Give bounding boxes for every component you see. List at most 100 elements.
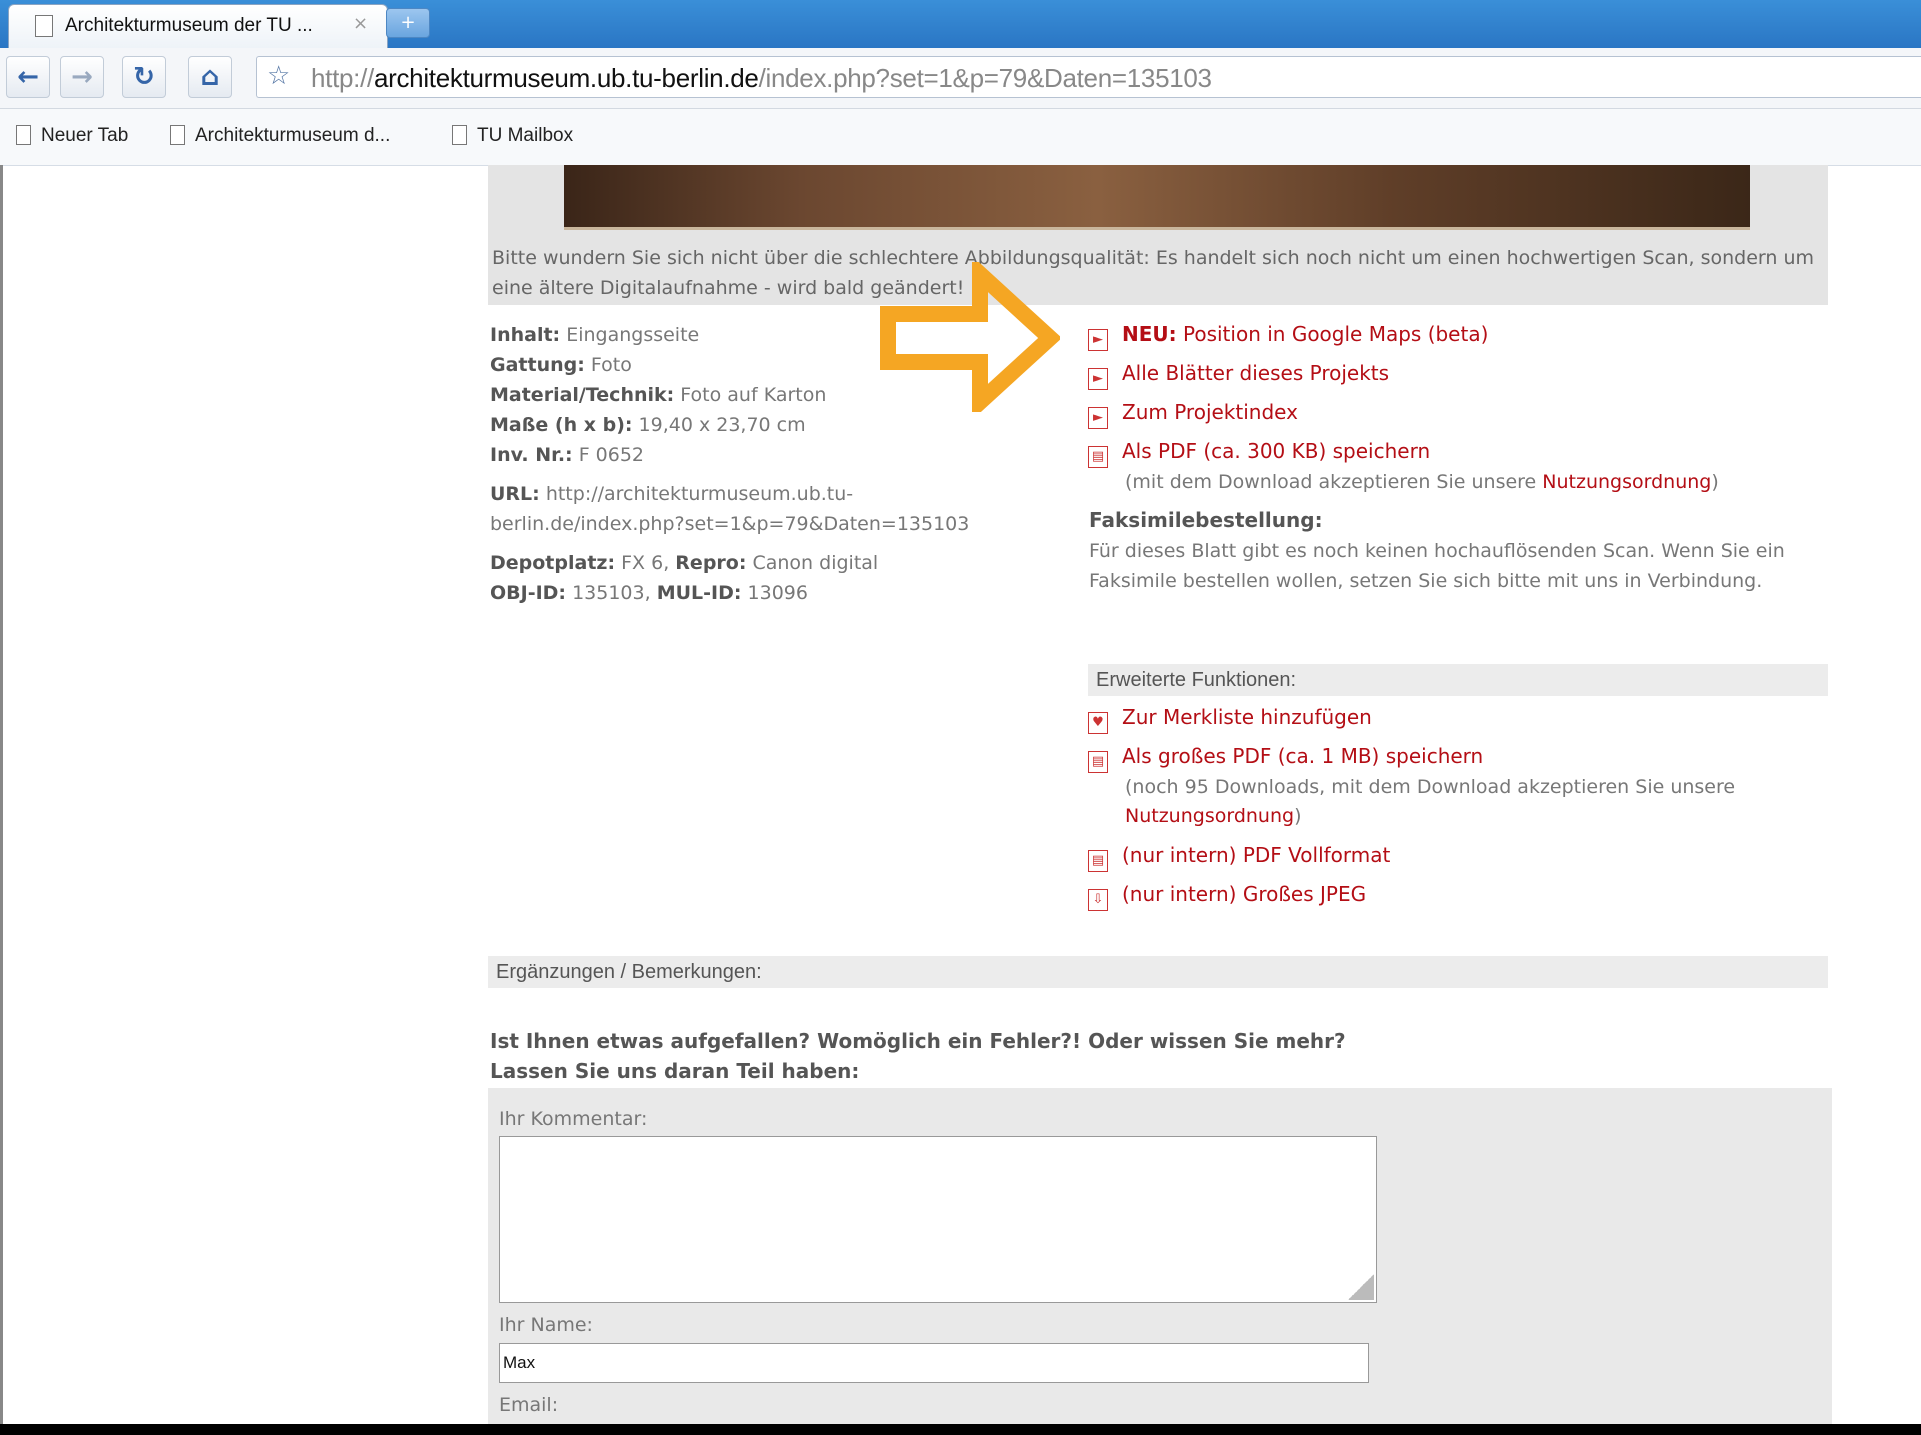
url-host: architekturmuseum.ub.tu-berlin.de: [373, 63, 759, 93]
artwork-photo: [564, 165, 1750, 230]
meta-label: Inv. Nr.:: [490, 444, 573, 466]
meta-value: Foto: [590, 354, 632, 376]
meta-label: Material/Technik:: [490, 384, 675, 406]
orange-arrow-icon: [880, 262, 1060, 412]
meta-value: 135103,: [572, 582, 651, 604]
pdf-icon: ▤: [1088, 751, 1108, 773]
save-pdf-link[interactable]: ▤ Als PDF (ca. 300 KB) speichern: [1088, 439, 1430, 468]
name-label: Ihr Name:: [499, 1314, 593, 1336]
terms-link[interactable]: Nutzungsordnung: [1542, 471, 1711, 493]
arrow-right-icon: ►: [1088, 368, 1108, 390]
url-text[interactable]: http://architekturmuseum.ub.tu-berlin.de…: [311, 63, 1212, 94]
reload-button[interactable]: ↻: [122, 56, 166, 98]
meta-inv: Inv. Nr.: F 0652: [490, 440, 644, 470]
url-path: /index.php?set=1&p=79&Daten=135103: [758, 63, 1212, 93]
bookmark-label: Architekturmuseum d...: [195, 125, 391, 146]
url-scheme: http://: [311, 63, 374, 93]
meta-value: F 0652: [578, 444, 645, 466]
window-edge: [0, 165, 3, 1425]
new-badge: NEU:: [1122, 322, 1177, 346]
arrow-right-icon: ►: [1088, 329, 1108, 351]
facsimile-heading: Faksimilebestellung:: [1089, 508, 1323, 532]
comment-label: Ihr Kommentar:: [499, 1108, 648, 1130]
note-text: ): [1711, 471, 1719, 493]
link-label: Als großes PDF (ca. 1 MB) speichern: [1122, 744, 1484, 768]
link-label: Zum Projektindex: [1122, 400, 1298, 424]
close-tab-icon[interactable]: ×: [353, 13, 368, 34]
big-jpeg-link[interactable]: ⇩ (nur intern) Großes JPEG: [1088, 882, 1366, 911]
page-icon: [35, 15, 53, 37]
note-text: (mit dem Download akzeptieren Sie unsere: [1125, 471, 1543, 493]
terms-link[interactable]: Nutzungsordnung: [1125, 805, 1294, 827]
arrow-right-icon: ►: [1088, 407, 1108, 429]
link-label: (nur intern) PDF Vollformat: [1122, 843, 1391, 867]
link-label: Position in Google Maps (beta): [1183, 322, 1489, 346]
meta-ids: OBJ-ID: 135103, MUL-ID: 13096: [490, 578, 808, 608]
resize-grip-icon[interactable]: [1348, 1274, 1374, 1300]
forward-button[interactable]: →: [60, 56, 104, 98]
big-pdf-note-cont: Nutzungsordnung): [1125, 805, 1302, 827]
meta-value: http://architekturmuseum.ub.tu-: [545, 483, 854, 505]
meta-value: 19,40 x 23,70 cm: [638, 414, 806, 436]
link-label: (nur intern) Großes JPEG: [1122, 882, 1367, 906]
comment-form: Ihr Kommentar: Ihr Name: Max Email:: [488, 1088, 1832, 1428]
back-button[interactable]: ←: [6, 56, 50, 98]
meta-label: Repro:: [675, 552, 747, 574]
meta-label: URL:: [490, 483, 540, 505]
meta-url-cont: berlin.de/index.php?set=1&p=79&Daten=135…: [490, 513, 970, 535]
email-label: Email:: [499, 1394, 559, 1416]
project-index-link[interactable]: ► Zum Projektindex: [1088, 400, 1298, 429]
browser-tab[interactable]: Architekturmuseum der TU ... ×: [8, 4, 388, 48]
facsimile-text: Für dieses Blatt gibt es noch keinen hoc…: [1089, 540, 1785, 592]
tab-title: Architekturmuseum der TU ...: [65, 15, 313, 36]
comments-prompt: Ist Ihnen etwas aufgefallen? Womöglich e…: [490, 1026, 1346, 1086]
meta-value: Canon digital: [752, 552, 879, 574]
meta-masse: Maße (h x b): 19,40 x 23,70 cm: [490, 410, 806, 440]
bookmark-label: Neuer Tab: [41, 125, 129, 146]
meta-label: MUL-ID:: [656, 582, 742, 604]
meta-inhalt: Inhalt: Eingangsseite: [490, 320, 699, 350]
new-tab-button[interactable]: +: [386, 8, 430, 38]
prompt-line: Lassen Sie uns daran Teil haben:: [490, 1059, 860, 1083]
name-input[interactable]: Max: [499, 1343, 1369, 1383]
bookmark-item[interactable]: TU Mailbox: [452, 125, 573, 147]
address-bar[interactable]: ☆ http://architekturmuseum.ub.tu-berlin.…: [256, 56, 1921, 98]
meta-material: Material/Technik: Foto auf Karton: [490, 380, 826, 410]
meta-gattung: Gattung: Foto: [490, 350, 632, 380]
image-quality-notice: Bitte wundern Sie sich nicht über die sc…: [492, 247, 1815, 299]
extended-functions-heading: Erweiterte Funktionen:: [1088, 664, 1828, 696]
bookmark-item[interactable]: Neuer Tab: [16, 125, 128, 147]
pdf-icon: ▤: [1088, 446, 1108, 468]
meta-value: 13096: [747, 582, 808, 604]
download-icon: ⇩: [1088, 889, 1108, 911]
prompt-line: Ist Ihnen etwas aufgefallen? Womöglich e…: [490, 1029, 1346, 1053]
big-pdf-note: (noch 95 Downloads, mit dem Download akz…: [1125, 776, 1736, 798]
page-icon: [16, 125, 31, 145]
bookmark-item[interactable]: Architekturmuseum d...: [170, 125, 390, 147]
meta-label: Maße (h x b):: [490, 414, 633, 436]
pdf-terms-note: (mit dem Download akzeptieren Sie unsere…: [1125, 471, 1719, 493]
tab-strip: Architekturmuseum der TU ... × +: [0, 0, 1921, 48]
bookmark-label: TU Mailbox: [477, 125, 574, 146]
browser-toolbar: ← → ↻ ⌂ ☆ http://architekturmuseum.ub.tu…: [0, 48, 1921, 109]
image-panel: Bitte wundern Sie sich nicht über die sc…: [488, 165, 1828, 305]
note-text: ): [1294, 805, 1302, 827]
bookmark-star-icon[interactable]: ☆: [267, 61, 290, 91]
save-big-pdf-link[interactable]: ▤ Als großes PDF (ca. 1 MB) speichern: [1088, 744, 1483, 773]
add-to-list-link[interactable]: ♥ Zur Merkliste hinzufügen: [1088, 705, 1372, 734]
comment-textarea[interactable]: [499, 1136, 1377, 1303]
meta-value: Eingangsseite: [566, 324, 700, 346]
meta-value: FX 6,: [621, 552, 670, 574]
all-sheets-link[interactable]: ► Alle Blätter dieses Projekts: [1088, 361, 1389, 390]
bookmark-list-icon: ♥: [1088, 712, 1108, 734]
link-label: Alle Blätter dieses Projekts: [1122, 361, 1390, 385]
home-button[interactable]: ⌂: [188, 56, 232, 98]
page-icon: [452, 125, 467, 145]
link-label: Zur Merkliste hinzufügen: [1122, 705, 1372, 729]
meta-label: OBJ-ID:: [490, 582, 567, 604]
meta-label: Gattung:: [490, 354, 585, 376]
meta-label: Inhalt:: [490, 324, 561, 346]
google-maps-link[interactable]: ► NEU: Position in Google Maps (beta): [1088, 322, 1488, 351]
pdf-fullformat-link[interactable]: ▤ (nur intern) PDF Vollformat: [1088, 843, 1390, 872]
pdf-icon: ▤: [1088, 850, 1108, 872]
